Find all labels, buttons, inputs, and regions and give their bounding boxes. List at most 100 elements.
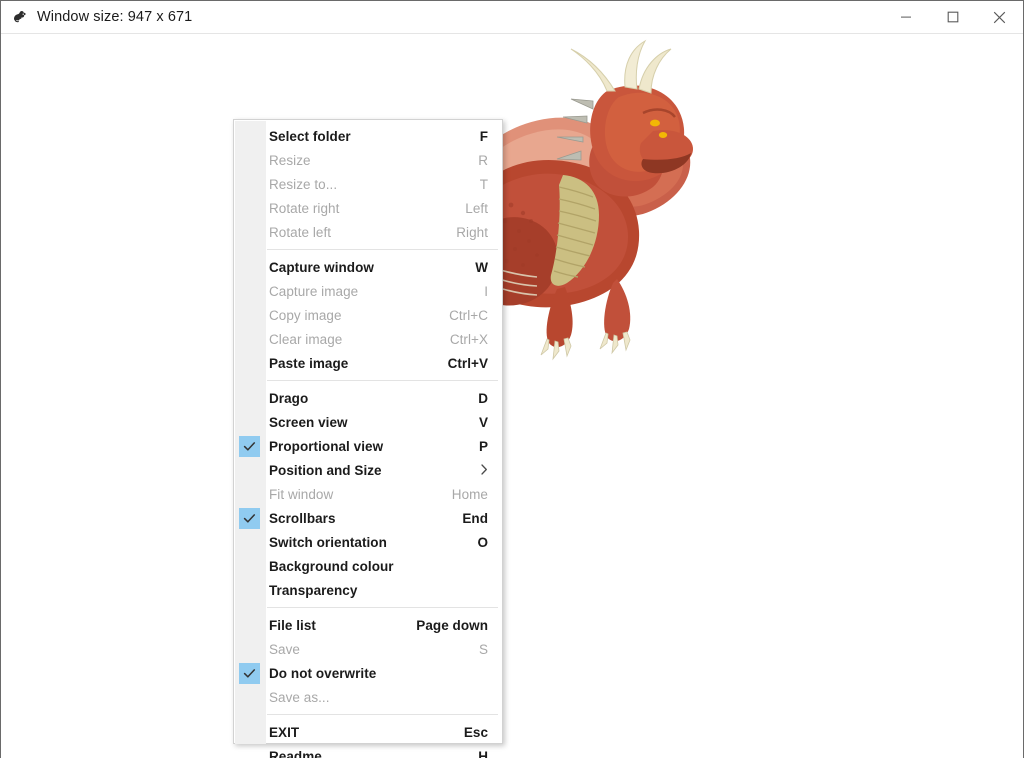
menu-item-label: Copy image (269, 307, 342, 323)
menu-item-check-slot (234, 303, 265, 327)
menu-item-background-colour[interactable]: Background colour (234, 554, 502, 578)
menu-item-label: Rotate left (269, 224, 332, 240)
menu-item-label: Transparency (269, 582, 358, 598)
menu-item-paste-image[interactable]: Paste image Ctrl+V (234, 351, 502, 375)
menu-separator (267, 249, 498, 250)
menu-item-position-and-size[interactable]: Position and Size (234, 458, 502, 482)
menu-item-check-slot (234, 685, 265, 709)
menu-item-accelerator: P (478, 438, 488, 454)
menu-item-accelerator: Left (465, 200, 488, 216)
menu-separator (267, 380, 498, 381)
menu-item-drago[interactable]: Drago D (234, 386, 502, 410)
menu-item-accelerator: Ctrl+C (449, 307, 488, 323)
menu-item-check-slot (234, 279, 265, 303)
dragon-icon (14, 11, 26, 23)
menu-item-check-slot (234, 124, 265, 148)
menu-item-accelerator: S (478, 641, 488, 657)
menu-item-check-slot (234, 720, 265, 744)
menu-item-check-slot (234, 482, 265, 506)
menu-item-check-slot (234, 637, 265, 661)
menu-item-label: Screen view (269, 414, 348, 430)
maximize-icon (947, 11, 958, 23)
menu-item-check-slot (234, 613, 265, 637)
menu-item-scrollbars[interactable]: Scrollbars End (234, 506, 502, 530)
menu-item-accelerator: V (478, 414, 488, 430)
minimize-button[interactable] (882, 1, 929, 33)
menu-item-accelerator: W (475, 259, 488, 275)
menu-item-label: Capture image (269, 283, 359, 299)
menu-item-do-not-overwrite[interactable]: Do not overwrite (234, 661, 502, 685)
menu-item-check-slot (234, 148, 265, 172)
menu-item-check-slot (234, 327, 265, 351)
menu-item-fit-window: Fit window Home (234, 482, 502, 506)
menu-item-label: Rotate right (269, 200, 340, 216)
menu-item-switch-orientation[interactable]: Switch orientation O (234, 530, 502, 554)
menu-item-resize: Resize R (234, 148, 502, 172)
menu-item-check-slot (234, 554, 265, 578)
menu-item-proportional-view[interactable]: Proportional view P (234, 434, 502, 458)
menu-item-check-slot (234, 351, 265, 375)
close-icon (993, 11, 1006, 23)
menu-item-list: Select folder F Resize R Resize to... T Rotate… (234, 124, 502, 758)
drago-context-menu[interactable]: Select folder F Resize R Resize to... T Rotate… (233, 119, 503, 758)
menu-item-check-slot (234, 220, 265, 244)
check-icon (243, 668, 256, 678)
menu-item-check-slot (234, 661, 265, 685)
menu-item-accelerator: Home (451, 486, 488, 502)
menu-item-accelerator: Page down (416, 617, 488, 633)
close-button[interactable] (976, 1, 1023, 33)
menu-item-accelerator: Ctrl+X (449, 331, 488, 347)
menu-item-accelerator: End (462, 510, 488, 526)
menu-item-accelerator: H (478, 748, 488, 758)
menu-item-readme[interactable]: Readme H (234, 744, 502, 758)
menu-item-accelerator: D (478, 390, 488, 406)
title-bar: Window size: 947 x 671 (1, 1, 1023, 34)
menu-item-rotate-left: Rotate left Right (234, 220, 502, 244)
menu-item-accelerator: R (478, 152, 488, 168)
menu-item-label: EXIT (269, 724, 300, 740)
check-icon (243, 513, 256, 523)
menu-item-resize-to: Resize to... T (234, 172, 502, 196)
menu-item-check-slot (234, 196, 265, 220)
menu-item-accelerator: Esc (463, 724, 488, 740)
menu-item-accelerator: F (479, 128, 488, 144)
menu-item-check-slot (234, 530, 265, 554)
menu-item-copy-image: Copy image Ctrl+C (234, 303, 502, 327)
application-window: Window size: 947 x 671 Select folder F R… (0, 0, 1024, 758)
window-title: Window size: 947 x 671 (37, 9, 193, 25)
title-bar-left: Window size: 947 x 671 (1, 1, 882, 33)
menu-item-file-list[interactable]: File list Page down (234, 613, 502, 637)
menu-item-label: Save as... (269, 689, 330, 705)
menu-item-check-slot (234, 410, 265, 434)
menu-separator (267, 714, 498, 715)
menu-item-capture-window[interactable]: Capture window W (234, 255, 502, 279)
menu-item-save-as: Save as... (234, 685, 502, 709)
menu-item-check-slot (234, 506, 265, 530)
maximize-button[interactable] (929, 1, 976, 33)
menu-item-label: Paste image (269, 355, 349, 371)
menu-item-exit[interactable]: EXIT Esc (234, 720, 502, 744)
checked-indicator (239, 507, 260, 529)
menu-item-label: Do not overwrite (269, 665, 377, 681)
menu-item-label: Resize to... (269, 176, 338, 192)
menu-item-check-slot (234, 172, 265, 196)
menu-item-label: Capture window (269, 259, 374, 275)
minimize-icon (900, 16, 911, 18)
menu-item-accelerator: I (484, 283, 488, 299)
menu-item-save: Save S (234, 637, 502, 661)
menu-item-label: Scrollbars (269, 510, 336, 526)
menu-item-label: Save (269, 641, 300, 657)
menu-item-screen-view[interactable]: Screen view V (234, 410, 502, 434)
menu-item-accelerator: Ctrl+V (447, 355, 488, 371)
menu-item-clear-image: Clear image Ctrl+X (234, 327, 502, 351)
menu-item-accelerator: T (479, 176, 488, 192)
menu-item-transparency[interactable]: Transparency (234, 578, 502, 602)
menu-item-label: Position and Size (269, 462, 382, 478)
menu-item-check-slot (234, 434, 265, 458)
menu-item-label: Switch orientation (269, 534, 387, 550)
menu-item-label: Background colour (269, 558, 394, 574)
checked-indicator (239, 662, 260, 684)
menu-item-select-folder[interactable]: Select folder F (234, 124, 502, 148)
checked-indicator (239, 435, 260, 457)
menu-item-check-slot (234, 255, 265, 279)
